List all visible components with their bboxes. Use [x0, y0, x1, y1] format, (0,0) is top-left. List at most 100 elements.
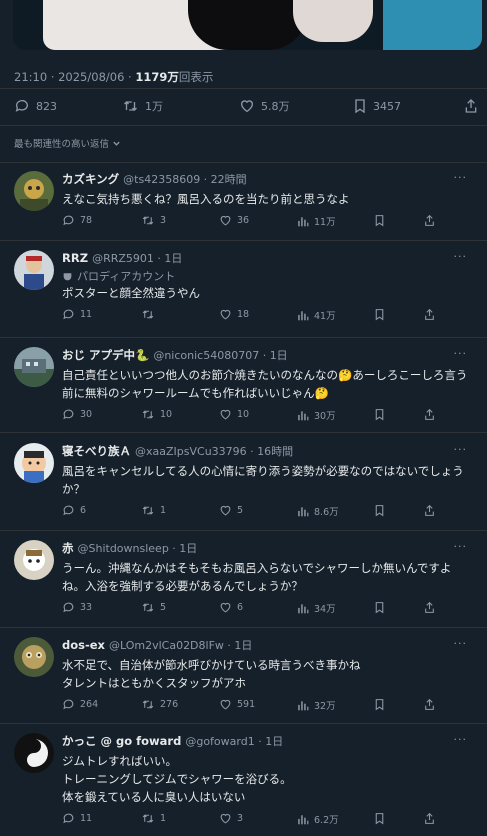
reply-text: 水不足で、自治体が節水呼びかけている時言うべき事かね タレントはともかくスタッフ… — [62, 658, 361, 690]
like-button[interactable]: 5 — [219, 504, 243, 517]
share-button[interactable] — [424, 812, 435, 825]
like-button[interactable]: 18 — [219, 308, 249, 321]
avatar[interactable] — [14, 637, 54, 677]
bookmark-button[interactable] — [374, 601, 385, 614]
share-button[interactable] — [424, 698, 435, 711]
share-button[interactable] — [424, 214, 435, 227]
like-button[interactable]: 3 — [219, 812, 243, 825]
share-button[interactable] — [424, 601, 435, 614]
reply-button[interactable]: 6 — [62, 504, 86, 517]
image-region — [383, 0, 482, 50]
retweet-button[interactable]: 10 — [141, 408, 172, 421]
reply-count: 11 — [80, 813, 93, 824]
avatar[interactable] — [14, 171, 54, 211]
divider — [0, 337, 487, 338]
views-icon — [298, 216, 309, 226]
handle-time: @Shitdownsleep · 1日 — [77, 542, 198, 555]
retweet-icon — [142, 410, 154, 419]
heart-icon — [220, 813, 231, 824]
divider — [0, 627, 487, 628]
share-icon — [465, 99, 477, 113]
display-name[interactable]: dos-ex — [62, 638, 105, 652]
bookmark-button[interactable] — [374, 214, 385, 227]
reply-button[interactable]: 78 — [62, 214, 92, 227]
display-name[interactable]: おじ アプデ中🐍 — [62, 347, 149, 363]
display-name[interactable]: RRZ — [62, 251, 88, 265]
reply-count: 264 — [80, 699, 99, 710]
share-button[interactable] — [424, 408, 435, 421]
more-icon[interactable]: ··· — [454, 347, 468, 360]
avatar[interactable] — [14, 443, 54, 483]
bookmark-button[interactable] — [374, 504, 385, 517]
display-name[interactable]: カズキング — [62, 171, 119, 187]
reply-button[interactable]: 33 — [62, 601, 92, 614]
views-button[interactable]: 32万 — [297, 698, 336, 712]
retweet-count: 276 — [160, 699, 179, 710]
more-icon[interactable]: ··· — [454, 733, 468, 746]
avatar[interactable] — [14, 733, 54, 773]
more-icon[interactable]: ··· — [454, 637, 468, 650]
reply-button[interactable]: 823 — [14, 98, 57, 114]
retweet-button[interactable]: 5 — [141, 601, 166, 614]
bookmark-icon — [375, 309, 384, 321]
reply-button[interactable]: 11 — [62, 308, 92, 321]
tweet-image[interactable] — [13, 0, 482, 50]
avatar[interactable] — [14, 347, 54, 387]
retweet-button[interactable]: 1 — [141, 812, 166, 825]
like-button[interactable]: 36 — [219, 214, 249, 227]
bookmark-button[interactable] — [374, 698, 385, 711]
views-button[interactable]: 34万 — [297, 601, 336, 615]
reply-button[interactable]: 30 — [62, 408, 92, 421]
views-button[interactable]: 6.2万 — [297, 812, 339, 826]
bookmark-button[interactable] — [374, 812, 385, 825]
retweet-button[interactable] — [141, 308, 160, 321]
more-icon[interactable]: ··· — [454, 540, 468, 553]
reply-button[interactable]: 264 — [62, 698, 98, 711]
reply-actions: 6 1 5 8.6万 — [62, 504, 473, 522]
share-button[interactable] — [424, 504, 435, 517]
like-button[interactable]: 10 — [219, 408, 249, 421]
reply-icon — [63, 409, 74, 420]
retweet-icon — [142, 506, 154, 515]
retweet-button[interactable]: 1 — [141, 504, 166, 517]
handle-time: @xaaZIpsVCu33796 · 16時間 — [135, 445, 294, 458]
display-name[interactable]: 赤 — [62, 540, 74, 556]
heart-icon — [220, 215, 231, 226]
retweet-button[interactable]: 1万 — [122, 98, 163, 114]
retweet-count: 3 — [160, 215, 167, 226]
avatar[interactable] — [14, 250, 54, 290]
more-icon[interactable]: ··· — [454, 171, 468, 184]
views-icon — [298, 310, 309, 320]
like-button[interactable]: 591 — [219, 698, 255, 711]
share-icon — [425, 812, 434, 824]
handle-time: @niconic54080707 · 1日 — [153, 349, 288, 362]
bookmark-button[interactable]: 3457 — [353, 98, 401, 114]
retweet-button[interactable]: 276 — [141, 698, 178, 711]
views-button[interactable]: 41万 — [297, 308, 336, 322]
views-icon — [298, 506, 309, 516]
share-button[interactable] — [424, 308, 435, 321]
views-icon — [298, 603, 309, 613]
more-icon[interactable]: ··· — [454, 443, 468, 456]
reply-text: ポスターと顔全然違うやん — [62, 286, 200, 300]
share-button[interactable] — [464, 98, 478, 114]
share-icon — [425, 308, 434, 320]
views-button[interactable]: 8.6万 — [297, 504, 339, 518]
views-button[interactable]: 11万 — [297, 214, 336, 228]
reply-button[interactable]: 11 — [62, 812, 92, 825]
reply-count: 6 — [80, 505, 87, 516]
handle-time: @LOm2vlCa02D8lFw · 1日 — [108, 639, 253, 652]
like-button[interactable]: 5.8万 — [239, 98, 290, 114]
display-name[interactable]: 寝そべり族Ａ — [62, 443, 131, 459]
bookmark-button[interactable] — [374, 408, 385, 421]
sort-selector[interactable]: 最も関連性の高い返信 — [14, 136, 121, 150]
avatar[interactable] — [14, 540, 54, 580]
bookmark-button[interactable] — [374, 308, 385, 321]
retweet-button[interactable]: 3 — [141, 214, 166, 227]
like-button[interactable]: 6 — [219, 601, 243, 614]
divider — [0, 723, 487, 724]
display-name[interactable]: かっこ @ go foward — [62, 733, 181, 749]
views-button[interactable]: 30万 — [297, 408, 336, 422]
reply-actions: 33 5 6 34万 — [62, 601, 473, 619]
more-icon[interactable]: ··· — [454, 250, 468, 263]
